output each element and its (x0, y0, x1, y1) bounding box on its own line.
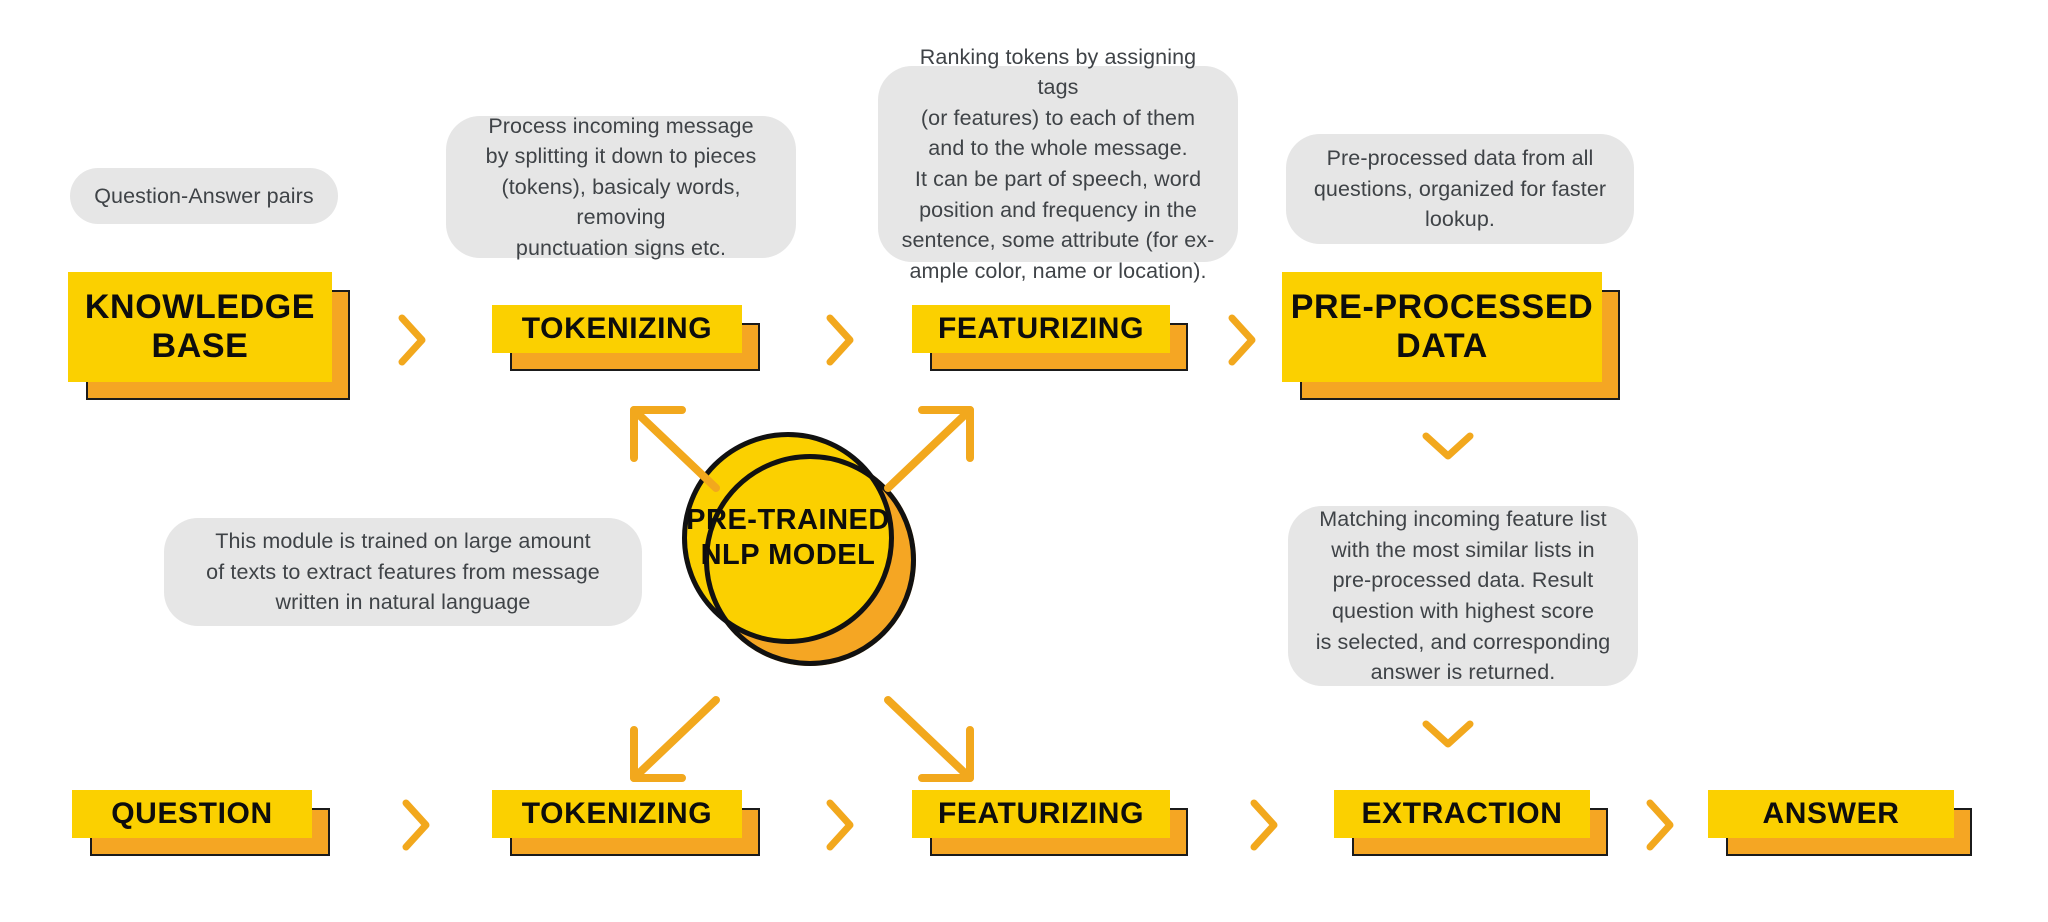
bubble-tokenizing-description: Process incoming message by splitting it… (446, 114, 796, 260)
diagram-canvas: Question-Answer pairs Process incoming m… (0, 0, 2048, 922)
node-featurizing-top[interactable]: FEATURIZING (912, 305, 1188, 371)
node-question[interactable]: QUESTION (72, 790, 330, 856)
chevron-right-icon-kb-to-tokenizing (392, 312, 432, 368)
node-label: FEATURIZING (937, 796, 1145, 830)
node-label: QUESTION (111, 796, 273, 830)
arrow-down-left-icon-model-to-tokenizing-bottom (620, 692, 726, 792)
node-knowledge-base[interactable]: KNOWLEDGE BASE (68, 272, 350, 400)
circle-pretrained-nlp-model[interactable]: PRE-TRAINED NLP MODEL (682, 432, 922, 672)
chevron-right-icon-question-to-tokenizing (396, 797, 436, 853)
bubble-nlp-model-description: This module is trained on large amount o… (164, 518, 642, 626)
node-featurizing-bottom[interactable]: FEATURIZING (912, 790, 1188, 856)
bubble-question-answer-pairs: Question-Answer pairs (70, 168, 338, 224)
node-tokenizing-bottom[interactable]: TOKENIZING (492, 790, 760, 856)
node-preprocessed-data[interactable]: PRE-PROCESSED DATA (1282, 272, 1620, 400)
node-label: TOKENIZING (521, 796, 713, 830)
node-label: FEATURIZING (937, 311, 1145, 345)
bubble-extraction-description: Matching incoming feature list with the … (1288, 506, 1638, 686)
node-label: ANSWER (1762, 796, 1900, 830)
node-label: TOKENIZING (521, 311, 713, 345)
node-label: PRE-PROCESSED DATA (1290, 288, 1594, 365)
circle-label: PRE-TRAINED NLP MODEL (686, 504, 890, 571)
node-extraction[interactable]: EXTRACTION (1334, 790, 1608, 856)
arrow-down-right-icon-model-to-featurizing-bottom (878, 692, 984, 792)
node-label: EXTRACTION (1361, 796, 1563, 830)
bubble-featurizing-description: Ranking tokens by assigning tags (or fea… (878, 45, 1238, 283)
node-label: KNOWLEDGE BASE (84, 288, 316, 365)
chevron-right-icon-featurizing-to-preprocessed (1222, 312, 1262, 368)
chevron-down-icon-preprocessed-to-extraction (1420, 426, 1476, 466)
node-answer[interactable]: ANSWER (1708, 790, 1972, 856)
node-tokenizing-top[interactable]: TOKENIZING (492, 305, 760, 371)
chevron-right-icon-tokenizing-to-featurizing (820, 312, 860, 368)
chevron-right-icon-featurizing-to-extraction (1244, 797, 1284, 853)
chevron-right-icon-tokenizing-to-featurizing-bottom (820, 797, 860, 853)
chevron-down-icon-extraction-to-node (1420, 714, 1476, 754)
chevron-right-icon-extraction-to-answer (1640, 797, 1680, 853)
bubble-preprocessed-description: Pre-processed data from all questions, o… (1286, 134, 1634, 244)
